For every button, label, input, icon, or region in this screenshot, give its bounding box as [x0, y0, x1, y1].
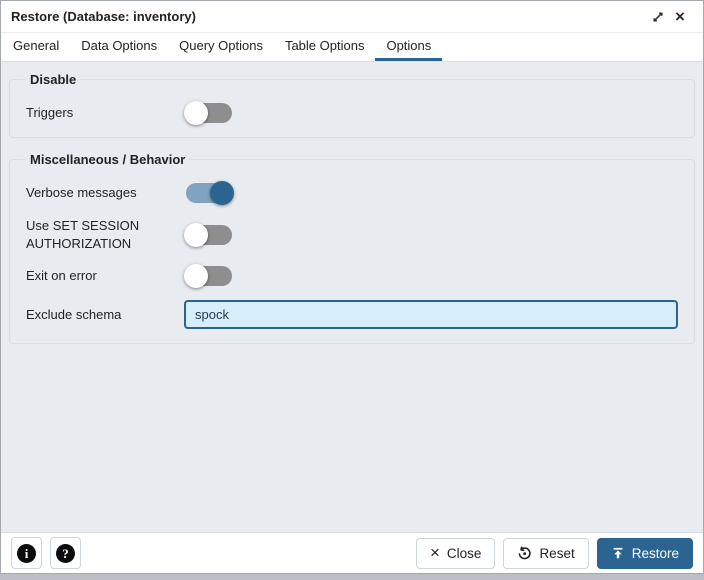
exclude-schema-input[interactable]	[184, 300, 678, 330]
use-set-session-authorization-row: Use SET SESSION AUTHORIZATION	[26, 217, 678, 252]
disable-section-legend: Disable	[30, 72, 77, 87]
reset-button[interactable]: Reset	[503, 537, 589, 569]
exit-on-error-row: Exit on error	[26, 264, 678, 289]
tab-table-options[interactable]: Table Options	[274, 33, 376, 61]
verbose-messages-toggle[interactable]	[186, 181, 234, 205]
restore-dialog: Restore (Database: inventory) × General …	[0, 0, 704, 574]
reset-icon	[517, 546, 532, 561]
close-icon[interactable]: ×	[669, 6, 691, 28]
use-set-session-authorization-label: Use SET SESSION AUTHORIZATION	[26, 218, 140, 251]
help-icon: ?	[56, 543, 75, 563]
triggers-toggle[interactable]	[184, 101, 232, 125]
close-x-icon: ×	[429, 543, 440, 562]
exit-on-error-toggle-knob	[184, 264, 208, 289]
use-set-session-authorization-toggle[interactable]	[184, 222, 232, 247]
maximize-icon[interactable]	[647, 6, 669, 28]
tab-general[interactable]: General	[2, 33, 70, 61]
exclude-schema-label: Exclude schema	[26, 306, 122, 322]
help-button[interactable]: ?	[50, 537, 81, 569]
dialog-titlebar: Restore (Database: inventory) ×	[1, 1, 703, 33]
info-button[interactable]: i	[11, 537, 42, 569]
dialog-tabs: General Data Options Query Options Table…	[1, 33, 703, 62]
verbose-messages-row: Verbose messages	[26, 181, 678, 205]
options-panel: Disable Triggers Miscellaneous / Behavio…	[1, 62, 703, 532]
restore-button-label: Restore	[631, 545, 679, 561]
restore-button[interactable]: Restore	[596, 537, 693, 569]
triggers-row: Triggers	[26, 101, 678, 125]
exclude-schema-row: Exclude schema	[26, 300, 678, 330]
dialog-footer: i ? × Close Reset Restore	[1, 532, 703, 573]
close-button-label: Close	[446, 545, 482, 561]
verbose-messages-label: Verbose messages	[26, 185, 137, 201]
reset-button-label: Reset	[539, 545, 575, 561]
misc-behavior-section: Miscellaneous / Behavior Verbose message…	[9, 152, 695, 345]
close-button[interactable]: × Close	[415, 537, 496, 569]
dialog-title: Restore (Database: inventory)	[11, 9, 196, 24]
tab-query-options[interactable]: Query Options	[168, 33, 274, 61]
triggers-toggle-knob	[184, 101, 208, 125]
exit-on-error-label: Exit on error	[26, 268, 97, 284]
disable-section: Disable Triggers	[9, 72, 695, 138]
info-icon: i	[17, 543, 36, 563]
tab-data-options[interactable]: Data Options	[70, 33, 168, 61]
misc-behavior-section-legend: Miscellaneous / Behavior	[30, 152, 186, 167]
use-set-session-authorization-toggle-knob	[184, 222, 208, 247]
restore-upload-icon	[611, 546, 625, 560]
screen-background: Restore (Database: inventory) × General …	[0, 0, 704, 580]
triggers-label: Triggers	[26, 105, 74, 121]
verbose-messages-toggle-knob	[210, 181, 234, 205]
exit-on-error-toggle[interactable]	[184, 264, 232, 289]
tab-options[interactable]: Options	[375, 33, 443, 61]
